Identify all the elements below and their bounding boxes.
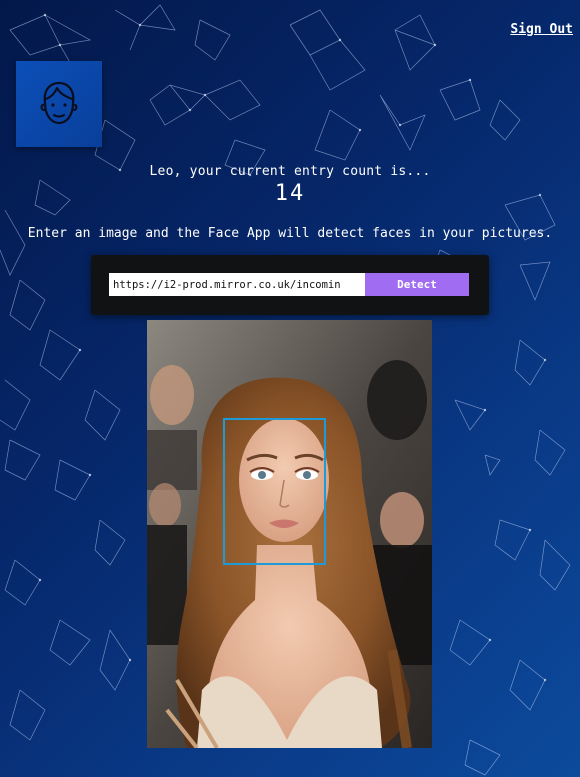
entry-count-message: Leo, your current entry count is... bbox=[149, 164, 431, 179]
app-logo bbox=[16, 61, 102, 147]
user-face-icon bbox=[40, 81, 78, 125]
app-description: Enter an image and the Face App will det… bbox=[27, 226, 553, 241]
image-url-input[interactable] bbox=[109, 273, 365, 296]
image-link-form: Detect bbox=[91, 255, 489, 315]
detected-face-box bbox=[223, 418, 326, 565]
sign-out-link[interactable]: Sign Out bbox=[510, 22, 573, 37]
entry-count: 14 bbox=[274, 181, 306, 206]
detect-button[interactable]: Detect bbox=[365, 273, 469, 296]
face-detection-image bbox=[147, 320, 432, 748]
